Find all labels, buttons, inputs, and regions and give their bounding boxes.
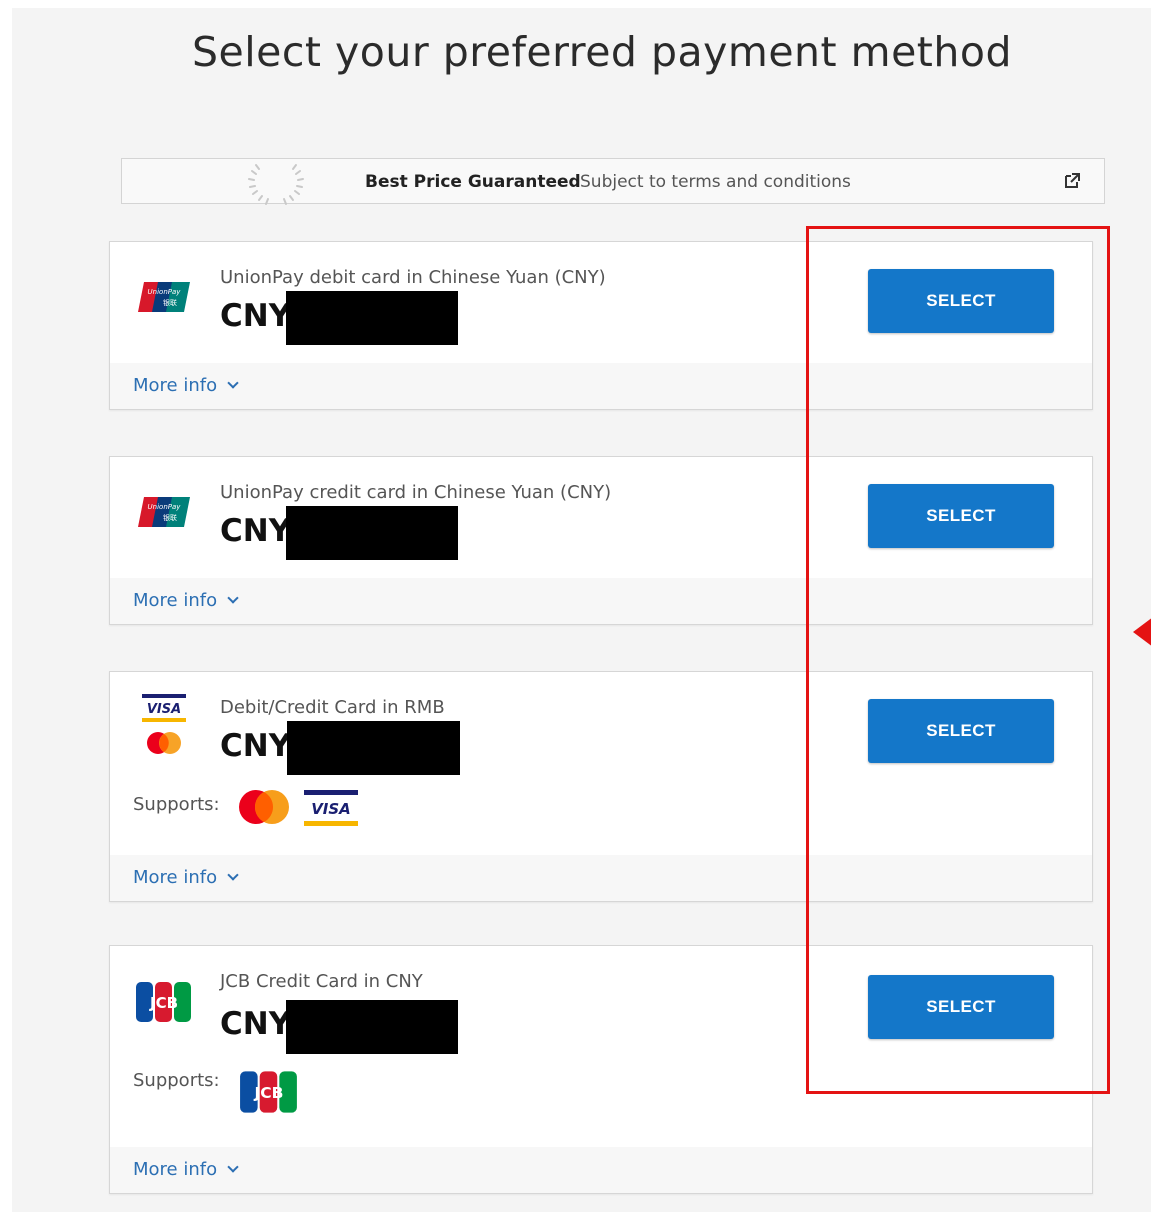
- select-button-debit-credit-rmb[interactable]: SELECT: [868, 699, 1054, 763]
- svg-text:JCB: JCB: [254, 1084, 284, 1102]
- price-currency: CNY: [220, 1006, 292, 1042]
- more-info-link[interactable]: More info: [133, 375, 239, 396]
- redacted-price: [286, 1000, 458, 1054]
- supports-label: Supports:: [133, 1070, 220, 1091]
- more-info-link[interactable]: More info: [133, 590, 239, 611]
- chevron-down-icon: [227, 592, 239, 604]
- svg-text:银联: 银联: [163, 298, 177, 307]
- price-currency: CNY: [220, 298, 292, 334]
- select-button-unionpay-credit[interactable]: SELECT: [868, 484, 1054, 548]
- best-price-title: Best Price Guaranteed: [365, 172, 581, 192]
- redacted-price: [286, 291, 458, 345]
- highlight-arrow-icon: [1133, 617, 1151, 647]
- visa-logo: VISA: [142, 694, 186, 722]
- unionpay-logo: UnionPay 银联: [138, 282, 190, 312]
- best-price-banner[interactable]: Best Price Guaranteed Subject to terms a…: [121, 158, 1105, 205]
- payment-option-unionpay-credit: UnionPay 银联 UnionPay credit card in Chin…: [109, 456, 1093, 625]
- card-footer: More info: [110, 855, 1092, 901]
- laurel-icon: [248, 164, 304, 205]
- chevron-down-icon: [227, 1161, 239, 1173]
- payment-option-debit-credit-rmb: VISA Debit/Credit Card in RMB CNY SELECT…: [109, 671, 1093, 902]
- jcb-logo: JCB: [240, 1071, 297, 1113]
- card-label: UnionPay debit card in Chinese Yuan (CNY…: [220, 267, 606, 288]
- chevron-down-icon: [227, 869, 239, 881]
- payment-option-unionpay-debit: UnionPay 银联 UnionPay debit card in Chine…: [109, 241, 1093, 410]
- mastercard-logo: [147, 732, 181, 754]
- best-price-terms: Subject to terms and conditions: [580, 172, 851, 192]
- card-label: UnionPay credit card in Chinese Yuan (CN…: [220, 482, 612, 503]
- visa-logo: VISA: [304, 790, 358, 826]
- more-info-link[interactable]: More info: [133, 1159, 239, 1180]
- supports-label: Supports:: [133, 794, 220, 815]
- card-label: JCB Credit Card in CNY: [220, 971, 423, 992]
- page-title: Select your preferred payment method: [192, 28, 1012, 76]
- svg-text:银联: 银联: [163, 513, 177, 522]
- mastercard-logo: [239, 790, 289, 824]
- svg-text:UnionPay: UnionPay: [148, 288, 182, 296]
- card-footer: More info: [110, 1147, 1092, 1193]
- more-info-link[interactable]: More info: [133, 867, 239, 888]
- unionpay-logo: UnionPay 银联: [138, 497, 190, 527]
- svg-text:VISA: VISA: [311, 800, 351, 818]
- svg-text:VISA: VISA: [147, 702, 181, 717]
- redacted-price: [287, 721, 460, 775]
- price-currency: CNY: [220, 728, 292, 764]
- price-currency: CNY: [220, 513, 292, 549]
- redacted-price: [286, 506, 458, 560]
- card-label: Debit/Credit Card in RMB: [220, 697, 445, 718]
- payment-option-jcb: JCB JCB Credit Card in CNY CNY SELECT Su…: [109, 945, 1093, 1194]
- chevron-down-icon: [227, 377, 239, 389]
- svg-text:JCB: JCB: [149, 994, 178, 1012]
- external-link-icon[interactable]: [1062, 171, 1082, 191]
- card-footer: More info: [110, 363, 1092, 409]
- select-button-unionpay-debit[interactable]: SELECT: [868, 269, 1054, 333]
- svg-text:UnionPay: UnionPay: [148, 503, 182, 511]
- card-footer: More info: [110, 578, 1092, 624]
- select-button-jcb[interactable]: SELECT: [868, 975, 1054, 1039]
- jcb-logo: JCB: [136, 982, 191, 1022]
